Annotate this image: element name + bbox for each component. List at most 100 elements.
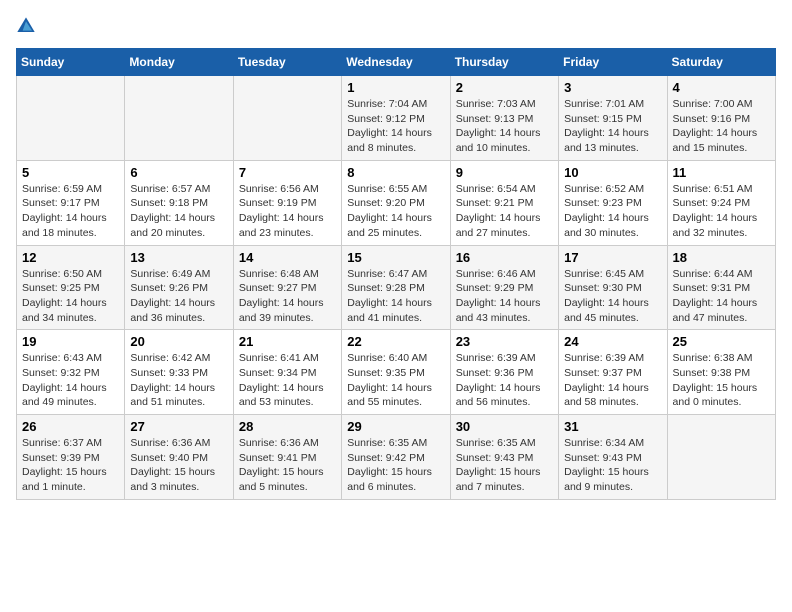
day-info: Sunrise: 6:49 AMSunset: 9:26 PMDaylight:… (130, 267, 227, 326)
day-number: 2 (456, 80, 553, 95)
day-info: Sunrise: 6:36 AMSunset: 9:40 PMDaylight:… (130, 436, 227, 495)
calendar-cell: 24Sunrise: 6:39 AMSunset: 9:37 PMDayligh… (559, 330, 667, 415)
day-info: Sunrise: 6:50 AMSunset: 9:25 PMDaylight:… (22, 267, 119, 326)
day-info: Sunrise: 6:34 AMSunset: 9:43 PMDaylight:… (564, 436, 661, 495)
day-info: Sunrise: 6:39 AMSunset: 9:36 PMDaylight:… (456, 351, 553, 410)
calendar-cell: 8Sunrise: 6:55 AMSunset: 9:20 PMDaylight… (342, 160, 450, 245)
week-row-1: 1 Sunrise: 7:04 AMSunset: 9:12 PMDaylight… (17, 76, 776, 161)
day-number: 29 (347, 419, 444, 434)
day-number: 11 (673, 165, 770, 180)
day-info: Sunrise: 6:57 AMSunset: 9:18 PMDaylight:… (130, 182, 227, 241)
day-info: Sunrise: 6:35 AMSunset: 9:43 PMDaylight:… (456, 436, 553, 495)
calendar-cell: 2 Sunrise: 7:03 AMSunset: 9:13 PMDaylight… (450, 76, 558, 161)
day-number: 13 (130, 250, 227, 265)
day-header-thursday: Thursday (450, 49, 558, 76)
day-number: 18 (673, 250, 770, 265)
day-number: 6 (130, 165, 227, 180)
day-number: 20 (130, 334, 227, 349)
day-number: 12 (22, 250, 119, 265)
calendar-cell: 28Sunrise: 6:36 AMSunset: 9:41 PMDayligh… (233, 415, 341, 500)
calendar-header: SundayMondayTuesdayWednesdayThursdayFrid… (17, 49, 776, 76)
day-header-sunday: Sunday (17, 49, 125, 76)
day-number: 25 (673, 334, 770, 349)
day-info: Sunrise: 7:00 AMSunset: 9:16 PMDaylight:… (673, 97, 770, 156)
calendar-cell: 26Sunrise: 6:37 AMSunset: 9:39 PMDayligh… (17, 415, 125, 500)
calendar-cell: 6 Sunrise: 6:57 AMSunset: 9:18 PMDaylight… (125, 160, 233, 245)
week-row-2: 5Sunrise: 6:59 AMSunset: 9:17 PMDaylight… (17, 160, 776, 245)
day-number: 19 (22, 334, 119, 349)
day-info: Sunrise: 6:42 AMSunset: 9:33 PMDaylight:… (130, 351, 227, 410)
calendar-cell: 14 Sunrise: 6:48 AMSunset: 9:27 PMDayligh… (233, 245, 341, 330)
day-info: Sunrise: 6:35 AMSunset: 9:42 PMDaylight:… (347, 436, 444, 495)
calendar-cell: 27 Sunrise: 6:36 AMSunset: 9:40 PMDayligh… (125, 415, 233, 500)
day-number: 23 (456, 334, 553, 349)
calendar-cell: 21 Sunrise: 6:41 AMSunset: 9:34 PMDayligh… (233, 330, 341, 415)
day-number: 8 (347, 165, 444, 180)
day-header-saturday: Saturday (667, 49, 775, 76)
calendar-cell: 11 Sunrise: 6:51 AMSunset: 9:24 PMDayligh… (667, 160, 775, 245)
day-info: Sunrise: 6:43 AMSunset: 9:32 PMDaylight:… (22, 351, 119, 410)
day-info: Sunrise: 6:45 AMSunset: 9:30 PMDaylight:… (564, 267, 661, 326)
calendar-cell: 15 Sunrise: 6:47 AMSunset: 9:28 PMDayligh… (342, 245, 450, 330)
day-info: Sunrise: 6:56 AMSunset: 9:19 PMDaylight:… (239, 182, 336, 241)
day-number: 10 (564, 165, 661, 180)
day-info: Sunrise: 6:38 AMSunset: 9:38 PMDaylight:… (673, 351, 770, 410)
day-info: Sunrise: 6:37 AMSunset: 9:39 PMDaylight:… (22, 436, 119, 495)
calendar-cell: 19 Sunrise: 6:43 AMSunset: 9:32 PMDayligh… (17, 330, 125, 415)
day-info: Sunrise: 7:01 AMSunset: 9:15 PMDaylight:… (564, 97, 661, 156)
calendar-cell: 18 Sunrise: 6:44 AMSunset: 9:31 PMDayligh… (667, 245, 775, 330)
day-header-monday: Monday (125, 49, 233, 76)
day-info: Sunrise: 6:47 AMSunset: 9:28 PMDaylight:… (347, 267, 444, 326)
calendar-cell: 10 Sunrise: 6:52 AMSunset: 9:23 PMDayligh… (559, 160, 667, 245)
day-number: 7 (239, 165, 336, 180)
calendar-cell: 16Sunrise: 6:46 AMSunset: 9:29 PMDayligh… (450, 245, 558, 330)
day-header-friday: Friday (559, 49, 667, 76)
calendar-cell (17, 76, 125, 161)
page-header (16, 16, 776, 36)
day-number: 9 (456, 165, 553, 180)
calendar-cell: 29 Sunrise: 6:35 AMSunset: 9:42 PMDayligh… (342, 415, 450, 500)
calendar-cell: 9Sunrise: 6:54 AMSunset: 9:21 PMDaylight… (450, 160, 558, 245)
day-number: 21 (239, 334, 336, 349)
day-info: Sunrise: 6:39 AMSunset: 9:37 PMDaylight:… (564, 351, 661, 410)
day-number: 31 (564, 419, 661, 434)
calendar-cell: 22Sunrise: 6:40 AMSunset: 9:35 PMDayligh… (342, 330, 450, 415)
calendar-cell: 1 Sunrise: 7:04 AMSunset: 9:12 PMDaylight… (342, 76, 450, 161)
day-info: Sunrise: 6:40 AMSunset: 9:35 PMDaylight:… (347, 351, 444, 410)
calendar-cell: 5Sunrise: 6:59 AMSunset: 9:17 PMDaylight… (17, 160, 125, 245)
day-number: 16 (456, 250, 553, 265)
day-info: Sunrise: 7:04 AMSunset: 9:12 PMDaylight:… (347, 97, 444, 156)
calendar-cell: 7 Sunrise: 6:56 AMSunset: 9:19 PMDaylight… (233, 160, 341, 245)
calendar-cell (125, 76, 233, 161)
calendar-cell (667, 415, 775, 500)
day-number: 27 (130, 419, 227, 434)
day-info: Sunrise: 6:59 AMSunset: 9:17 PMDaylight:… (22, 182, 119, 241)
day-info: Sunrise: 6:41 AMSunset: 9:34 PMDaylight:… (239, 351, 336, 410)
calendar-cell: 12 Sunrise: 6:50 AMSunset: 9:25 PMDayligh… (17, 245, 125, 330)
day-info: Sunrise: 6:44 AMSunset: 9:31 PMDaylight:… (673, 267, 770, 326)
day-info: Sunrise: 6:52 AMSunset: 9:23 PMDaylight:… (564, 182, 661, 241)
calendar-body: 1 Sunrise: 7:04 AMSunset: 9:12 PMDaylight… (17, 76, 776, 500)
day-number: 3 (564, 80, 661, 95)
week-row-4: 19 Sunrise: 6:43 AMSunset: 9:32 PMDayligh… (17, 330, 776, 415)
calendar-cell: 23 Sunrise: 6:39 AMSunset: 9:36 PMDayligh… (450, 330, 558, 415)
day-number: 15 (347, 250, 444, 265)
day-number: 17 (564, 250, 661, 265)
day-number: 30 (456, 419, 553, 434)
calendar-cell (233, 76, 341, 161)
calendar-table: SundayMondayTuesdayWednesdayThursdayFrid… (16, 48, 776, 500)
day-info: Sunrise: 6:48 AMSunset: 9:27 PMDaylight:… (239, 267, 336, 326)
day-info: Sunrise: 7:03 AMSunset: 9:13 PMDaylight:… (456, 97, 553, 156)
calendar-cell: 30 Sunrise: 6:35 AMSunset: 9:43 PMDayligh… (450, 415, 558, 500)
day-number: 4 (673, 80, 770, 95)
calendar-cell: 25 Sunrise: 6:38 AMSunset: 9:38 PMDayligh… (667, 330, 775, 415)
day-number: 14 (239, 250, 336, 265)
day-header-wednesday: Wednesday (342, 49, 450, 76)
day-header-tuesday: Tuesday (233, 49, 341, 76)
day-info: Sunrise: 6:51 AMSunset: 9:24 PMDaylight:… (673, 182, 770, 241)
logo-icon (16, 16, 36, 36)
day-number: 28 (239, 419, 336, 434)
day-number: 1 (347, 80, 444, 95)
logo (16, 16, 40, 36)
header-row: SundayMondayTuesdayWednesdayThursdayFrid… (17, 49, 776, 76)
